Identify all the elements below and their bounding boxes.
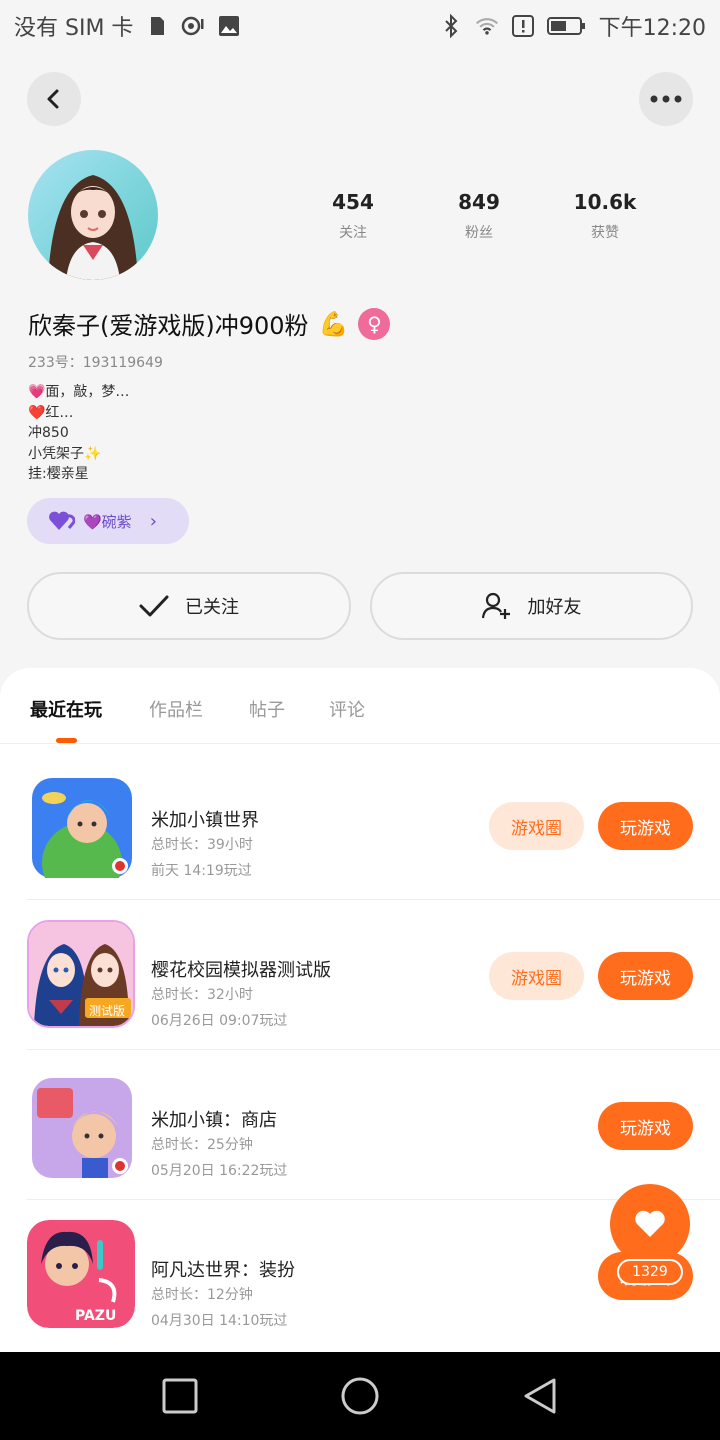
- bluetooth-icon: [439, 14, 463, 38]
- followed-button[interactable]: 已关注: [27, 572, 351, 640]
- status-bar: 没有 SIM 卡 下午12:20: [0, 0, 720, 52]
- muscle-emoji: 💪: [318, 309, 349, 338]
- game-row[interactable]: 米加小镇：商店 总时长：25分钟 05月20日 16:22玩过 玩游戏: [27, 1050, 720, 1200]
- back-button[interactable]: [27, 72, 81, 126]
- active-tab-indicator: [56, 738, 77, 743]
- game-row[interactable]: 米加小镇世界 总时长：39小时 前天 14:19玩过 游戏圈 玩游戏: [27, 750, 720, 900]
- game-last-played: 前天 14:19玩过: [151, 863, 252, 879]
- chevron-left-icon: [47, 89, 59, 109]
- play-game-button[interactable]: 玩游戏: [598, 1102, 693, 1150]
- game-last-played: 04月30日 14:10玩过: [151, 1313, 288, 1329]
- add-user-icon: [481, 592, 510, 619]
- stat-label: 获赞: [591, 225, 619, 241]
- add-friend-button[interactable]: 加好友: [370, 572, 693, 640]
- tab-bar: 最近在玩 作品栏 帖子 评论: [0, 668, 720, 744]
- alert-icon: [511, 14, 535, 38]
- game-circle-button[interactable]: 游戏圈: [489, 952, 584, 1000]
- female-gender-icon: ♀: [358, 307, 391, 340]
- game-icon-sakura-school[interactable]: 测试版: [27, 920, 135, 1028]
- tag-pill[interactable]: 💜碗紫 ›: [27, 498, 189, 544]
- bio-line: 冲850: [28, 425, 69, 441]
- game-last-played: 06月26日 09:07玩过: [151, 1013, 288, 1029]
- check-icon: [139, 595, 169, 617]
- square-icon: [162, 1378, 198, 1414]
- bio-line: ❤️红…: [28, 404, 74, 421]
- content-sheet: 最近在玩 作品栏 帖子 评论 米加小镇世界 总时长：39小时 前天 14:19玩…: [0, 668, 720, 1352]
- username-row: 欣秦子(爱游戏版)冲900粉 💪 ♀: [28, 306, 391, 341]
- game-icon-avatar-world[interactable]: PAZU: [27, 1220, 135, 1328]
- game-duration: 总时长：25分钟: [151, 1137, 253, 1153]
- sd-card-icon: [145, 14, 169, 38]
- more-dots-icon: [650, 95, 682, 103]
- bio-line: 💗面，敲，梦…: [28, 384, 130, 400]
- game-circle-button[interactable]: 游戏圈: [489, 802, 584, 850]
- recent-apps-button[interactable]: [158, 1374, 202, 1418]
- system-nav-bar: [0, 1352, 720, 1440]
- circle-icon: [341, 1377, 379, 1415]
- game-icon-toca-world[interactable]: [27, 776, 135, 884]
- tab-recent[interactable]: 最近在玩: [30, 696, 102, 722]
- stat-fans[interactable]: 849 粉丝: [416, 190, 542, 242]
- stat-value: 10.6k: [573, 190, 637, 214]
- purple-heart-icon: [49, 511, 75, 530]
- battery-icon: [546, 14, 587, 38]
- beta-badge: 测试版: [89, 1004, 126, 1018]
- back-nav-button[interactable]: [518, 1374, 562, 1418]
- more-options-button[interactable]: [639, 72, 693, 126]
- avatar[interactable]: [28, 150, 158, 280]
- like-count: 1329: [617, 1259, 683, 1285]
- heart-icon: [635, 1210, 665, 1237]
- profile-stats: 454 关注 849 粉丝 10.6k 获赞: [290, 190, 670, 242]
- stat-following[interactable]: 454 关注: [290, 190, 416, 242]
- stat-value: 849: [458, 190, 500, 214]
- game-title: 米加小镇世界: [151, 810, 259, 831]
- stat-likes[interactable]: 10.6k 获赞: [542, 190, 668, 242]
- play-game-button[interactable]: 玩游戏: [598, 952, 693, 1000]
- followed-button-label: 已关注: [185, 597, 239, 618]
- stat-label: 关注: [339, 225, 367, 241]
- add-friend-button-label: 加好友: [527, 597, 582, 618]
- carrier-text: 没有 SIM 卡: [14, 16, 134, 41]
- game-duration: 总时长：39小时: [151, 837, 253, 853]
- wifi-icon: [475, 14, 499, 38]
- stat-label: 粉丝: [465, 225, 493, 241]
- game-title: 米加小镇：商店: [151, 1110, 277, 1131]
- pazu-brand-text: PAZU: [75, 1308, 117, 1324]
- image-icon: [217, 14, 241, 38]
- clock-text: 下午12:20: [598, 16, 706, 41]
- user-id: 233号：193119649: [28, 355, 163, 371]
- tab-works[interactable]: 作品栏: [149, 696, 203, 722]
- triangle-back-icon: [524, 1378, 556, 1414]
- home-button[interactable]: [338, 1374, 382, 1418]
- bio-line: 小凭架子✨: [28, 445, 102, 462]
- username: 欣秦子(爱游戏版)冲900粉: [28, 312, 309, 340]
- bio-line: 挂:樱亲星: [28, 466, 89, 482]
- play-game-button[interactable]: 玩游戏: [598, 802, 693, 850]
- game-duration: 总时长：32小时: [151, 987, 253, 1003]
- like-float-button[interactable]: [610, 1184, 690, 1264]
- stat-value: 454: [332, 190, 374, 214]
- tab-comments[interactable]: 评论: [329, 696, 365, 722]
- bio: 💗面，敲，梦… ❤️红… 冲850 小凭架子✨ 挂:樱亲星: [28, 382, 129, 485]
- hotspot-icon: [181, 14, 205, 38]
- game-title: 樱花校园模拟器测试版: [151, 960, 331, 981]
- game-duration: 总时长：12分钟: [151, 1287, 253, 1303]
- game-icon-toca-shop[interactable]: [27, 1076, 135, 1184]
- game-last-played: 05月20日 16:22玩过: [151, 1163, 288, 1179]
- game-row[interactable]: 测试版 樱花校园模拟器测试版 总时长：32小时 06月26日 09:07玩过 游…: [27, 900, 720, 1050]
- game-title: 阿凡达世界：装扮: [151, 1260, 295, 1281]
- tab-posts[interactable]: 帖子: [249, 696, 285, 722]
- tag-pill-label: 💜碗紫: [83, 512, 132, 531]
- chevron-right-icon: ›: [149, 510, 157, 532]
